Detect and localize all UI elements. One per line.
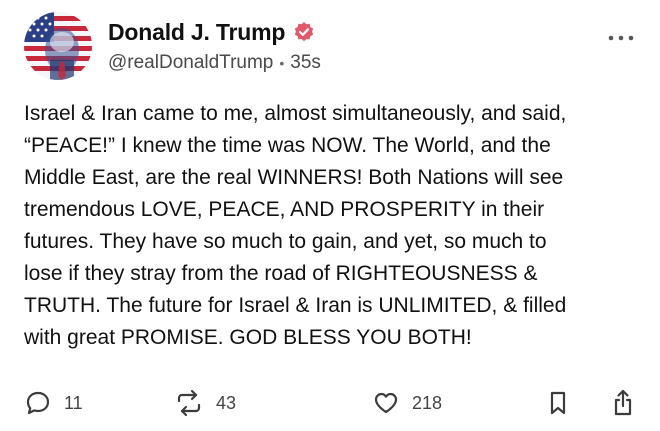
comment-icon: [26, 391, 50, 415]
like-count: 218: [412, 392, 443, 413]
timestamp[interactable]: 35s: [290, 52, 321, 74]
handle[interactable]: @realDonaldTrump: [108, 52, 273, 74]
more-horizontal-icon: [608, 35, 634, 41]
like-button[interactable]: 218: [372, 388, 442, 418]
verified-badge-icon: [293, 21, 315, 43]
post-body-line: tremendous LOVE, PEACE, AND PROSPERITY i…: [24, 198, 545, 221]
reply-count: 11: [64, 392, 83, 413]
post-body-line: lose if they stray from the road of RIGH…: [24, 262, 538, 285]
repost-icon: [177, 389, 201, 417]
flag-portrait-icon: [24, 12, 92, 80]
display-name[interactable]: Donald J. Trump: [108, 19, 285, 46]
action-bar: 11 43 218: [24, 388, 636, 418]
post-body-line: TRUTH. The future for Israel & Iran is U…: [24, 294, 567, 317]
more-options-button[interactable]: [606, 28, 636, 48]
share-button[interactable]: [610, 388, 636, 418]
meta-row: @realDonaldTrump • 35s: [108, 52, 600, 74]
repost-count: 43: [216, 392, 237, 413]
heart-icon: [374, 392, 398, 414]
reply-button[interactable]: 11: [24, 388, 83, 418]
share-icon: [614, 389, 632, 416]
post-body-line: “PEACE!” I knew the time was NOW. The Wo…: [24, 134, 551, 157]
separator-dot: •: [279, 55, 285, 71]
post-body-line: futures. They have so much to gain, and …: [24, 230, 547, 253]
repost-button[interactable]: 43: [174, 388, 236, 418]
post-header: Donald J. Trump @realDonaldTrump • 35s: [108, 18, 600, 74]
avatar[interactable]: [24, 12, 92, 80]
post-card: Donald J. Trump @realDonaldTrump • 35s I…: [0, 0, 660, 431]
post-body: Israel & Iran came to me, almost simulta…: [24, 98, 644, 354]
name-row: Donald J. Trump: [108, 18, 600, 46]
post-body-line: with great PROMISE. GOD BLESS YOU BOTH!: [24, 326, 472, 349]
bookmark-icon: [550, 391, 566, 415]
bookmark-button[interactable]: [546, 388, 570, 418]
post-body-line: Israel & Iran came to me, almost simulta…: [24, 102, 567, 125]
post-body-line: Middle East, are the real WINNERS! Both …: [24, 166, 564, 189]
